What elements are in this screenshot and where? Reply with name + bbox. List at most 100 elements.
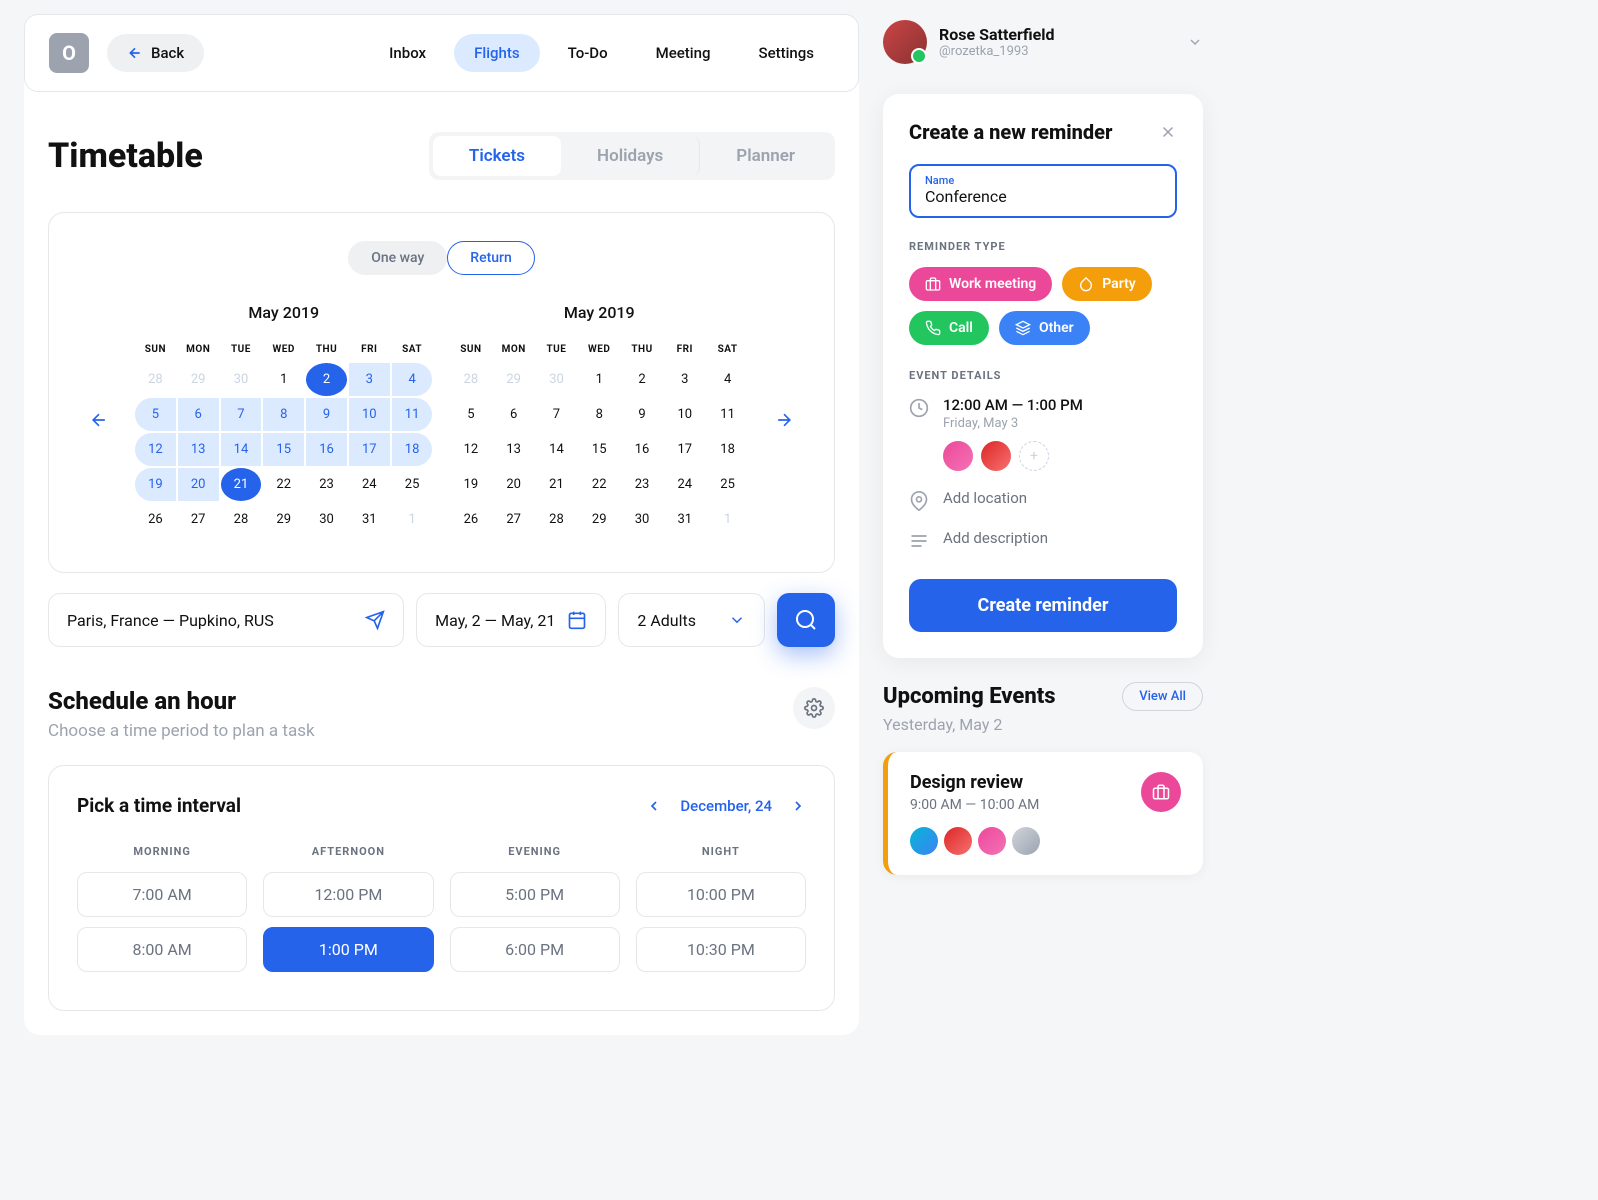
calendar-day[interactable]: 1 <box>263 363 304 396</box>
calendar-day[interactable]: 2 <box>306 363 347 396</box>
calendar-day[interactable]: 23 <box>622 468 663 501</box>
calendar-day[interactable]: 6 <box>493 398 534 431</box>
calendar-day[interactable]: 15 <box>263 433 304 466</box>
chip-work-meeting[interactable]: Work meeting <box>909 267 1052 301</box>
calendar-day[interactable]: 14 <box>221 433 262 466</box>
calendar-day[interactable]: 29 <box>579 503 620 536</box>
event-card[interactable]: Design review 9:00 AM — 10:00 AM <box>883 752 1203 875</box>
nav-meeting[interactable]: Meeting <box>636 34 731 72</box>
calendar-day[interactable]: 2 <box>622 363 663 396</box>
calendar-day[interactable]: 19 <box>135 468 176 501</box>
add-attendee-button[interactable]: + <box>1019 441 1049 471</box>
chip-party[interactable]: Party <box>1062 267 1151 301</box>
calendar-next-button[interactable] <box>766 402 802 438</box>
calendar-day[interactable]: 18 <box>707 433 748 466</box>
calendar-day[interactable]: 24 <box>664 468 705 501</box>
calendar-day[interactable]: 7 <box>536 398 577 431</box>
time-slot[interactable]: 10:30 PM <box>636 927 806 972</box>
calendar-day[interactable]: 16 <box>306 433 347 466</box>
segment-tickets[interactable]: Tickets <box>433 136 561 176</box>
time-slot[interactable]: 12:00 PM <box>263 872 433 917</box>
calendar-day[interactable]: 9 <box>306 398 347 431</box>
calendar-day[interactable]: 29 <box>263 503 304 536</box>
calendar-day[interactable]: 29 <box>493 363 534 396</box>
calendar-day[interactable]: 13 <box>178 433 219 466</box>
calendar-day[interactable]: 3 <box>664 363 705 396</box>
calendar-day[interactable]: 27 <box>178 503 219 536</box>
close-icon[interactable] <box>1159 123 1177 141</box>
calendar-day[interactable]: 6 <box>178 398 219 431</box>
calendar-day[interactable]: 22 <box>579 468 620 501</box>
calendar-day[interactable]: 20 <box>493 468 534 501</box>
calendar-day[interactable]: 5 <box>451 398 492 431</box>
time-slot[interactable]: 8:00 AM <box>77 927 247 972</box>
back-button[interactable]: Back <box>107 34 204 72</box>
time-slot[interactable]: 5:00 PM <box>450 872 620 917</box>
calendar-day[interactable]: 7 <box>221 398 262 431</box>
calendar-day[interactable]: 20 <box>178 468 219 501</box>
calendar-day[interactable]: 1 <box>707 503 748 536</box>
view-all-button[interactable]: View All <box>1122 682 1203 711</box>
calendar-day[interactable]: 1 <box>579 363 620 396</box>
calendar-day[interactable]: 26 <box>135 503 176 536</box>
calendar-day[interactable]: 1 <box>392 503 433 536</box>
calendar-day[interactable]: 30 <box>221 363 262 396</box>
calendar-day[interactable]: 25 <box>392 468 433 501</box>
time-slot[interactable]: 6:00 PM <box>450 927 620 972</box>
calendar-day[interactable]: 30 <box>306 503 347 536</box>
nav-todo[interactable]: To-Do <box>548 34 628 72</box>
calendar-day[interactable]: 10 <box>349 398 390 431</box>
calendar-day[interactable]: 8 <box>579 398 620 431</box>
time-date-label[interactable]: December, 24 <box>680 797 772 815</box>
calendar-day[interactable]: 28 <box>536 503 577 536</box>
calendar-day[interactable]: 24 <box>349 468 390 501</box>
detail-time[interactable]: 12:00 AM — 1:00 PM Friday, May 3 + <box>909 396 1177 471</box>
pax-select[interactable]: 2 Adults <box>618 593 765 647</box>
search-button[interactable] <box>777 593 835 647</box>
calendar-day[interactable]: 9 <box>622 398 663 431</box>
calendar-day[interactable]: 30 <box>622 503 663 536</box>
calendar-day[interactable]: 5 <box>135 398 176 431</box>
attendee-avatar[interactable] <box>981 441 1011 471</box>
calendar-day[interactable]: 17 <box>349 433 390 466</box>
nav-flights[interactable]: Flights <box>454 34 539 72</box>
trip-one-way[interactable]: One way <box>348 241 447 275</box>
calendar-day[interactable]: 23 <box>306 468 347 501</box>
calendar-day[interactable]: 21 <box>536 468 577 501</box>
calendar-day[interactable]: 29 <box>178 363 219 396</box>
create-reminder-button[interactable]: Create reminder <box>909 579 1177 632</box>
calendar-day[interactable]: 14 <box>536 433 577 466</box>
nav-inbox[interactable]: Inbox <box>369 34 446 72</box>
calendar-day[interactable]: 11 <box>392 398 433 431</box>
calendar-prev-button[interactable] <box>81 402 117 438</box>
calendar-day[interactable]: 10 <box>664 398 705 431</box>
calendar-day[interactable]: 11 <box>707 398 748 431</box>
calendar-day[interactable]: 4 <box>392 363 433 396</box>
calendar-day[interactable]: 16 <box>622 433 663 466</box>
calendar-day[interactable]: 30 <box>536 363 577 396</box>
calendar-day[interactable]: 12 <box>451 433 492 466</box>
calendar-day[interactable]: 19 <box>451 468 492 501</box>
segment-planner[interactable]: Planner <box>700 136 831 176</box>
calendar-day[interactable]: 28 <box>451 363 492 396</box>
user-menu[interactable]: Rose Satterfield @rozetka_1993 <box>883 14 1203 70</box>
calendar-day[interactable]: 17 <box>664 433 705 466</box>
calendar-day[interactable]: 31 <box>349 503 390 536</box>
detail-description[interactable]: Add description <box>909 529 1177 551</box>
reminder-name-input[interactable] <box>925 187 1161 206</box>
calendar-day[interactable]: 26 <box>451 503 492 536</box>
calendar-day[interactable]: 27 <box>493 503 534 536</box>
calendar-day[interactable]: 3 <box>349 363 390 396</box>
settings-button[interactable] <box>793 687 835 729</box>
nav-settings[interactable]: Settings <box>738 34 834 72</box>
time-slot[interactable]: 1:00 PM <box>263 927 433 972</box>
trip-return[interactable]: Return <box>447 241 535 275</box>
calendar-day[interactable]: 8 <box>263 398 304 431</box>
time-slot[interactable]: 7:00 AM <box>77 872 247 917</box>
dates-input[interactable]: May, 2 — May, 21 <box>416 593 606 647</box>
chevron-left-icon[interactable] <box>646 798 662 814</box>
route-input[interactable]: Paris, France — Pupkino, RUS <box>48 593 404 647</box>
calendar-day[interactable]: 15 <box>579 433 620 466</box>
detail-location[interactable]: Add location <box>909 489 1177 511</box>
calendar-day[interactable]: 21 <box>221 468 262 501</box>
